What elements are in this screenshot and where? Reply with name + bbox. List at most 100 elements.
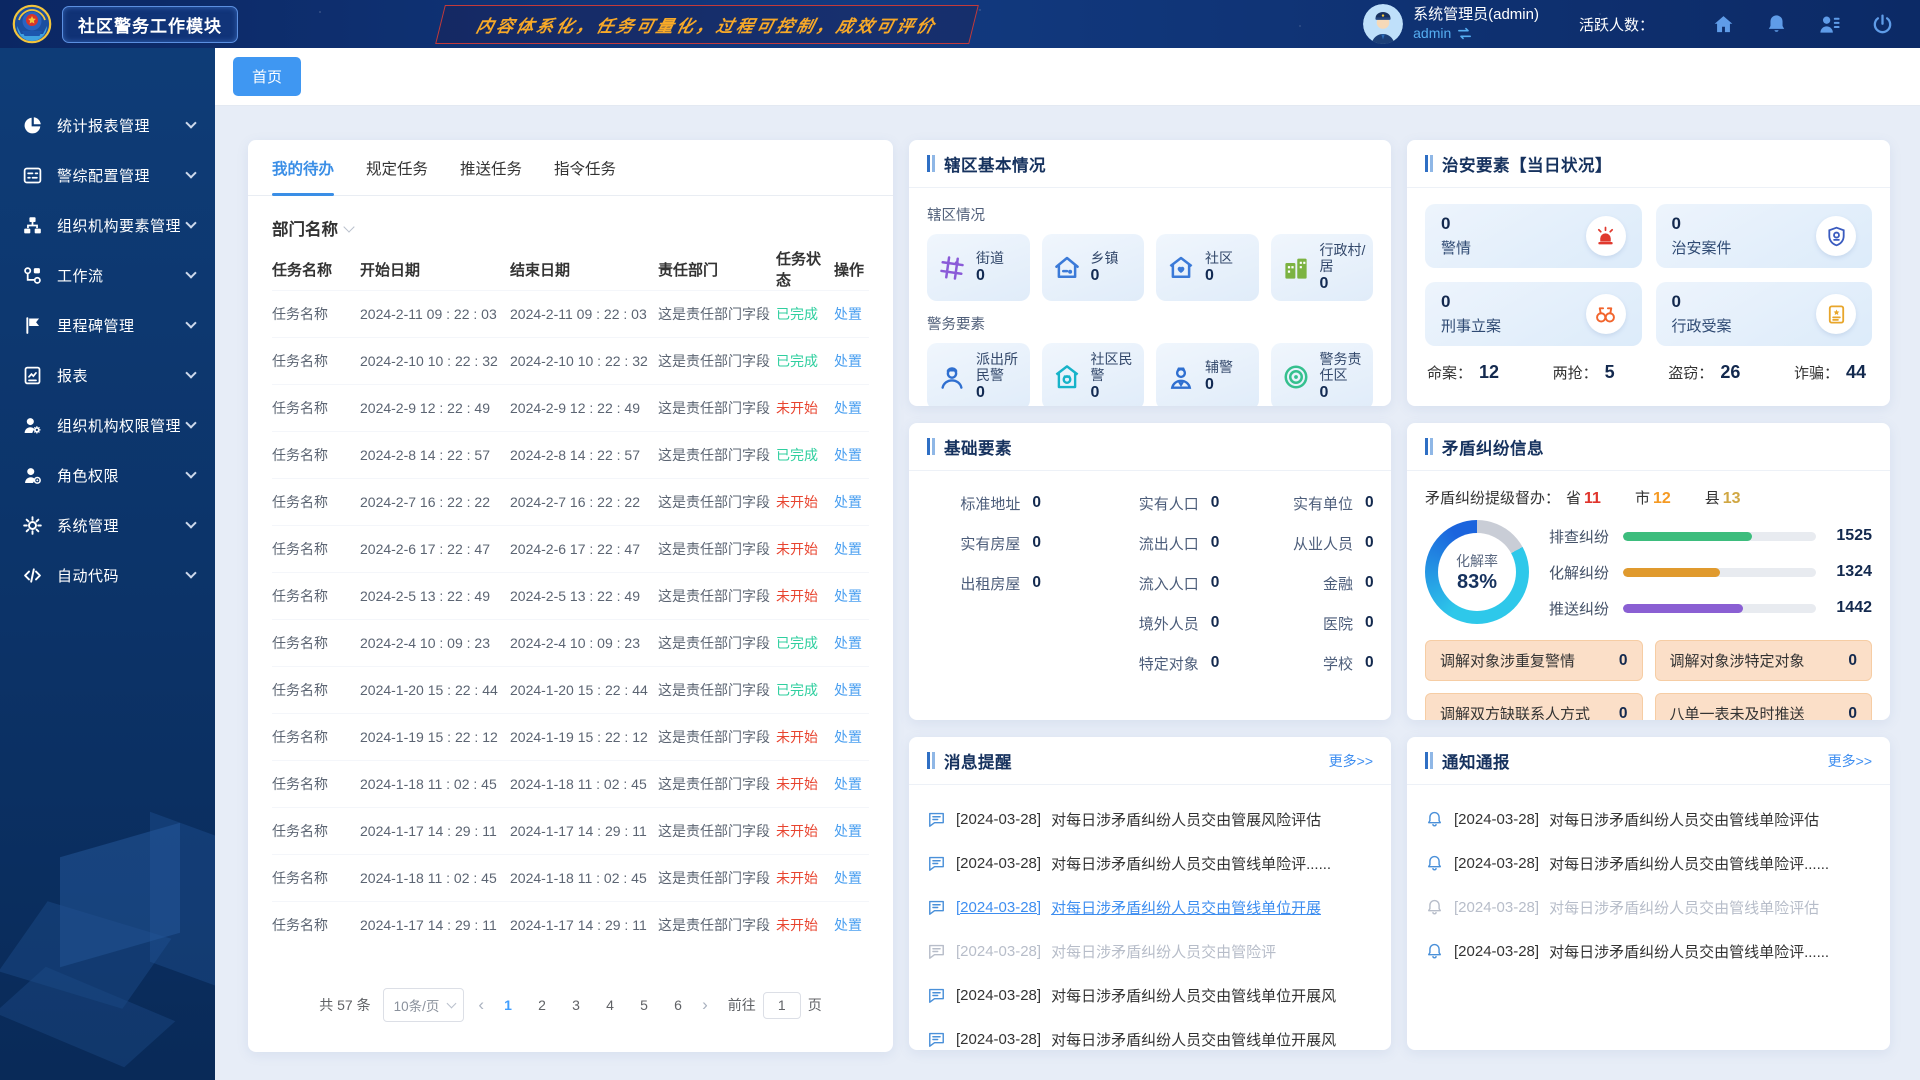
notice-item[interactable]: [2024-03-28] 对每日涉矛盾纠纷人员交由管线单险评估 [1425, 797, 1872, 841]
basic-col-2: 实有人口 0 流出人口 0 流入人口 0 [1058, 483, 1236, 683]
handle-link[interactable]: 处置 [834, 351, 869, 371]
sidebar-item-label: 自动代码 [57, 565, 187, 586]
handle-link[interactable]: 处置 [834, 774, 869, 794]
notice-item[interactable]: [2024-03-28] 对每日涉矛盾纠纷人员交由管线单险评...... [1425, 841, 1872, 885]
tile-value: 0 [1320, 384, 1368, 402]
message-item[interactable]: [2024-03-28] 对每日涉矛盾纠纷人员交由管线单位开展风 [927, 973, 1373, 1017]
notice-item[interactable]: [2024-03-28] 对每日涉矛盾纠纷人员交由管线单险评估 [1425, 885, 1872, 929]
handle-link[interactable]: 处置 [834, 821, 869, 841]
end-date-cell: 2024-2-8 14 : 22 : 57 [510, 447, 658, 463]
handle-link[interactable]: 处置 [834, 727, 869, 747]
dept-cell: 这是责任部门字段 [658, 633, 776, 653]
table-row: 任务名称 2024-1-17 14 : 29 : 11 2024-1-17 14… [272, 807, 869, 854]
config-panel-icon [22, 165, 43, 186]
bar-label: 推送纠纷 [1549, 598, 1613, 619]
task-tab[interactable]: 规定任务 [366, 140, 428, 195]
iso-shape [150, 812, 215, 998]
end-date-cell: 2024-1-17 14 : 29 : 11 [510, 917, 658, 933]
handle-link[interactable]: 处置 [834, 398, 869, 418]
more-link[interactable]: 更多>> [1329, 751, 1373, 771]
task-name-cell: 任务名称 [272, 727, 360, 747]
status-badge: 未开始 [776, 398, 834, 418]
sidebar-item[interactable]: 里程碑管理 [0, 300, 215, 350]
stat-item: 出租房屋 0 [909, 563, 1058, 603]
task-tab[interactable]: 我的待办 [272, 140, 334, 195]
notice-item[interactable]: [2024-03-28] 对每日涉矛盾纠纷人员交由管线单险评...... [1425, 929, 1872, 973]
message-item[interactable]: [2024-03-28] 对每日涉矛盾纠纷人员交由管线单险评...... [927, 841, 1373, 885]
switch-account[interactable]: admin [1413, 25, 1539, 43]
handle-link[interactable]: 处置 [834, 304, 869, 324]
tile-label: 行政村/居 [1320, 242, 1368, 274]
bell-icon[interactable] [1765, 13, 1788, 36]
department-filter[interactable]: 部门名称 [248, 196, 893, 248]
page-size-select[interactable]: 10条/页 [383, 988, 465, 1022]
handle-link[interactable]: 处置 [834, 445, 869, 465]
sidebar-decoration [0, 750, 215, 1080]
sidebar-item[interactable]: 报表 [0, 350, 215, 400]
user-avatar[interactable] [1363, 4, 1403, 44]
handle-link[interactable]: 处置 [834, 680, 869, 700]
auxiliary-police-icon [1166, 362, 1196, 392]
crime-stat-label: 诈骗： [1794, 365, 1839, 382]
power-icon[interactable] [1871, 13, 1894, 36]
sidebar-item[interactable]: 系统管理 [0, 500, 215, 550]
handle-link[interactable]: 处置 [834, 586, 869, 606]
more-link[interactable]: 更多>> [1828, 751, 1872, 771]
sidebar-item[interactable]: 自动代码 [0, 550, 215, 600]
title-bar-icon [1425, 155, 1433, 172]
stat-item: 境外人员 0 [1058, 603, 1236, 643]
sidebar-item[interactable]: 组织机构要素管理 [0, 200, 215, 250]
code-icon [22, 565, 43, 586]
tab-home[interactable]: 首页 [233, 57, 301, 96]
escalation-item-label: 县 [1705, 490, 1720, 507]
town-icon [1052, 253, 1082, 283]
tile-text: 行政村/居 0 [1320, 242, 1368, 293]
handle-link[interactable]: 处置 [834, 492, 869, 512]
pie-chart-icon [22, 115, 43, 136]
start-date-cell: 2024-2-11 09 : 22 : 03 [360, 306, 510, 322]
handle-link[interactable]: 处置 [834, 868, 869, 888]
message-text: 对每日涉矛盾纠纷人员交由管线单险评...... [1051, 853, 1331, 874]
handle-link[interactable]: 处置 [834, 633, 869, 653]
page-number[interactable]: 1 [498, 997, 518, 1013]
prev-page-arrow[interactable]: ‹ [476, 995, 486, 1015]
task-tab[interactable]: 推送任务 [460, 140, 522, 195]
bell-outline-icon [1425, 810, 1444, 829]
message-item[interactable]: [2024-03-28] 对每日涉矛盾纠纷人员交由管线单位开展 [927, 885, 1373, 929]
start-date-cell: 2024-2-4 10 : 09 : 23 [360, 635, 510, 651]
home-icon[interactable] [1712, 13, 1735, 36]
page-number[interactable]: 3 [566, 997, 586, 1013]
message-item[interactable]: [2024-03-28] 对每日涉矛盾纠纷人员交由管险评 [927, 929, 1373, 973]
tile-label: 街道 [976, 250, 1004, 266]
security-card-label: 警情 [1441, 237, 1471, 258]
end-date-cell: 2024-1-20 15 : 22 : 44 [510, 682, 658, 698]
status-badge: 未开始 [776, 868, 834, 888]
org-tree-icon [22, 215, 43, 236]
page-number[interactable]: 4 [600, 997, 620, 1013]
escalation-item-label: 市 [1635, 490, 1650, 507]
sidebar-item[interactable]: 组织机构权限管理 [0, 400, 215, 450]
crime-stat-label: 命案： [1427, 365, 1472, 382]
page-number[interactable]: 2 [532, 997, 552, 1013]
panel-header: 治安要素【当日状况】 [1407, 140, 1890, 188]
message-item[interactable]: [2024-03-28] 对每日涉矛盾纠纷人员交由管线单位开展风 [927, 1017, 1373, 1050]
sidebar-item[interactable]: 角色权限 [0, 450, 215, 500]
goto-page-input[interactable] [763, 992, 801, 1019]
sidebar-item[interactable]: 工作流 [0, 250, 215, 300]
col-header: 任务状态 [776, 248, 834, 290]
message-item[interactable]: [2024-03-28] 对每日涉矛盾纠纷人员交由管展风险评估 [927, 797, 1373, 841]
handle-link[interactable]: 处置 [834, 539, 869, 559]
next-page-arrow[interactable]: › [700, 995, 710, 1015]
handle-link[interactable]: 处置 [834, 915, 869, 935]
user-meta: 系统管理员(admin) admin [1413, 6, 1539, 42]
page-number[interactable]: 5 [634, 997, 654, 1013]
user-list-icon[interactable] [1818, 13, 1841, 36]
dept-cell: 这是责任部门字段 [658, 586, 776, 606]
sidebar-item[interactable]: 统计报表管理 [0, 100, 215, 150]
col-header: 结束日期 [510, 259, 658, 280]
task-tab[interactable]: 指令任务 [554, 140, 616, 195]
page-number[interactable]: 6 [668, 997, 688, 1013]
sidebar-item[interactable]: 警综配置管理 [0, 150, 215, 200]
header-icon-group [1712, 13, 1894, 36]
sidebar-item-label: 统计报表管理 [57, 115, 187, 136]
